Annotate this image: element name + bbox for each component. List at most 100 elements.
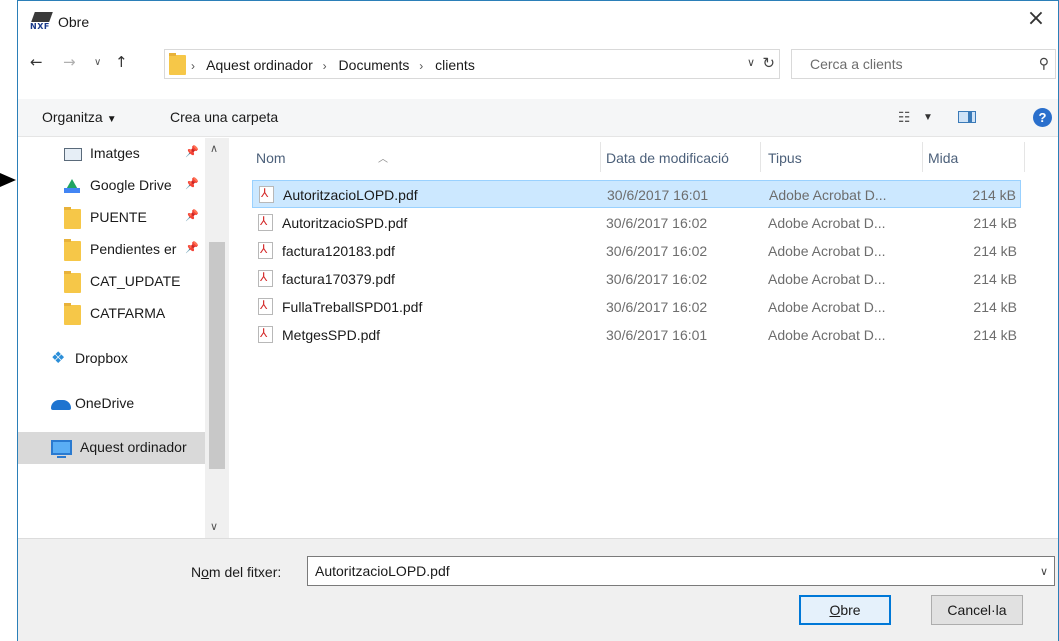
recent-locations-chevron-down-icon[interactable]: ∨ bbox=[94, 57, 101, 68]
filename-label: Nom del fitxer: bbox=[191, 564, 281, 580]
sidebar-item-label: CAT_UPDATE bbox=[90, 273, 181, 289]
pin-icon[interactable]: 📌 bbox=[185, 241, 199, 254]
sidebar-item-onedrive[interactable]: OneDrive bbox=[18, 388, 205, 420]
file-type: Adobe Acrobat D... bbox=[768, 299, 886, 315]
address-bar[interactable]: › Aquest ordinador › Documents › clients… bbox=[164, 49, 780, 79]
table-row[interactable]: AutoritzacioSPD.pdf 30/6/2017 16:02 Adob… bbox=[252, 209, 1021, 237]
organize-button[interactable]: Organitza ▼ bbox=[42, 109, 117, 125]
file-date: 30/6/2017 16:01 bbox=[606, 327, 708, 343]
up-button[interactable]: ↑ bbox=[115, 53, 128, 71]
new-folder-button[interactable]: Crea una carpeta bbox=[170, 109, 278, 125]
help-icon[interactable]: ? bbox=[1033, 108, 1052, 127]
pictures-icon bbox=[64, 148, 82, 161]
bottom-panel: Nom del fitxer: ∨ Obre Cancel·la bbox=[18, 538, 1058, 641]
caret-down-icon: ▼ bbox=[106, 114, 117, 125]
close-button[interactable]: × bbox=[1014, 1, 1058, 39]
open-button[interactable]: Obre bbox=[799, 595, 891, 625]
app-icon-text: NXF bbox=[30, 22, 50, 31]
column-divider[interactable] bbox=[600, 142, 601, 172]
breadcrumb-chevron-icon[interactable]: › bbox=[323, 59, 327, 73]
search-box: ⚲ bbox=[791, 49, 1056, 79]
table-row[interactable]: FullaTreballSPD01.pdf 30/6/2017 16:02 Ad… bbox=[252, 293, 1021, 321]
column-header-label: Mida bbox=[928, 150, 959, 166]
preview-pane-icon[interactable] bbox=[958, 111, 976, 123]
pdf-file-icon bbox=[258, 270, 273, 287]
table-row[interactable]: factura170379.pdf 30/6/2017 16:02 Adobe … bbox=[252, 265, 1021, 293]
pdf-file-icon bbox=[259, 186, 274, 203]
filename-input[interactable] bbox=[308, 557, 1028, 585]
breadcrumb-item-aquest-ordinador[interactable]: Aquest ordinador bbox=[206, 57, 313, 73]
breadcrumb: › Aquest ordinador › Documents › clients bbox=[191, 57, 481, 73]
filename-label-accesskey: o bbox=[201, 564, 209, 580]
column-header-type[interactable]: Tipus bbox=[762, 138, 922, 175]
folder-icon bbox=[64, 239, 81, 261]
nxf-app-icon: NXF bbox=[30, 12, 56, 34]
column-header-label: Data de modificació bbox=[606, 150, 729, 166]
scroll-up-chevron-icon[interactable]: ∧ bbox=[210, 142, 218, 155]
forward-button[interactable]: → bbox=[63, 53, 76, 71]
table-row[interactable]: AutoritzacioLOPD.pdf 30/6/2017 16:01 Ado… bbox=[252, 180, 1021, 208]
file-type: Adobe Acrobat D... bbox=[768, 215, 886, 231]
column-header-name[interactable]: Nom ︿ bbox=[230, 138, 602, 175]
filename-label-part: N bbox=[191, 564, 202, 580]
view-caret-down-icon[interactable]: ▼ bbox=[923, 112, 933, 123]
file-type: Adobe Acrobat D... bbox=[768, 327, 886, 343]
column-divider[interactable] bbox=[1024, 142, 1025, 172]
sidebar-item-imatges[interactable]: Imatges 📌 bbox=[18, 138, 205, 170]
sidebar-item-pendientes[interactable]: Pendientes er 📌 bbox=[18, 234, 205, 266]
scroll-down-chevron-icon[interactable]: ∨ bbox=[210, 520, 218, 533]
organize-label: Organitza bbox=[42, 109, 103, 125]
pin-icon[interactable]: 📌 bbox=[185, 177, 199, 190]
back-button[interactable]: ← bbox=[30, 53, 43, 71]
folder-icon bbox=[169, 53, 186, 75]
cancel-button[interactable]: Cancel·la bbox=[931, 595, 1023, 625]
pdf-file-icon bbox=[258, 298, 273, 315]
file-type: Adobe Acrobat D... bbox=[769, 187, 887, 203]
sidebar-item-label: Imatges bbox=[90, 145, 140, 161]
refresh-icon[interactable]: ↻ bbox=[762, 54, 775, 72]
sidebar-item-puente[interactable]: PUENTE 📌 bbox=[18, 202, 205, 234]
pointer-arrow bbox=[0, 173, 16, 187]
column-header-size[interactable]: Mida bbox=[924, 138, 1024, 175]
sidebar-item-label: OneDrive bbox=[75, 395, 135, 411]
sidebar-item-aquest-ordinador[interactable]: Aquest ordinador bbox=[18, 432, 205, 464]
pin-icon[interactable]: 📌 bbox=[185, 209, 199, 222]
search-input[interactable] bbox=[792, 50, 1022, 78]
pdf-file-icon bbox=[258, 214, 273, 231]
scrollbar-thumb[interactable] bbox=[209, 242, 225, 469]
filename-dropdown-chevron-down-icon[interactable]: ∨ bbox=[1040, 565, 1048, 578]
sidebar-item-catfarma[interactable]: CATFARMA bbox=[18, 298, 205, 330]
pdf-file-icon bbox=[258, 326, 273, 343]
address-dropdown-chevron-down-icon[interactable]: ∨ bbox=[747, 56, 755, 69]
breadcrumb-chevron-icon[interactable]: › bbox=[191, 59, 195, 73]
column-divider[interactable] bbox=[922, 142, 923, 172]
breadcrumb-chevron-icon[interactable]: › bbox=[419, 59, 423, 73]
file-size: 214 kB bbox=[972, 187, 1016, 203]
file-date: 30/6/2017 16:02 bbox=[606, 215, 708, 231]
sidebar-item-google-drive[interactable]: Google Drive 📌 bbox=[18, 170, 205, 202]
open-dialog: NXF Obre × ← → ∨ ↑ › Aquest ordinador › … bbox=[17, 0, 1059, 641]
breadcrumb-item-documents[interactable]: Documents bbox=[339, 57, 410, 73]
sidebar-item-cat-update[interactable]: CAT_UPDATE bbox=[18, 266, 205, 298]
column-header-date[interactable]: Data de modificació bbox=[602, 138, 762, 175]
nav-pane-scrollbar[interactable]: ∧ ∨ bbox=[205, 138, 229, 538]
column-divider[interactable] bbox=[760, 142, 761, 172]
file-list: Nom ︿ Data de modificació Tipus Mida Aut… bbox=[230, 138, 1058, 538]
view-options-icon[interactable]: ☷ bbox=[898, 109, 911, 126]
table-row[interactable]: MetgesSPD.pdf 30/6/2017 16:01 Adobe Acro… bbox=[252, 321, 1021, 349]
file-name: factura170379.pdf bbox=[282, 271, 395, 287]
folder-icon bbox=[64, 271, 81, 293]
file-type: Adobe Acrobat D... bbox=[768, 271, 886, 287]
sidebar-item-dropbox[interactable]: ❖ Dropbox bbox=[18, 343, 205, 375]
folder-icon bbox=[64, 303, 81, 325]
file-type: Adobe Acrobat D... bbox=[768, 243, 886, 259]
search-icon[interactable]: ⚲ bbox=[1039, 55, 1049, 72]
sidebar-item-label: Dropbox bbox=[75, 350, 128, 366]
pin-icon[interactable]: 📌 bbox=[185, 145, 199, 158]
sidebar-item-label: Google Drive bbox=[90, 177, 172, 193]
file-size: 214 kB bbox=[973, 271, 1017, 287]
filename-combobox: ∨ bbox=[307, 556, 1055, 586]
file-name: AutoritzacioSPD.pdf bbox=[282, 215, 408, 231]
table-row[interactable]: factura120183.pdf 30/6/2017 16:02 Adobe … bbox=[252, 237, 1021, 265]
breadcrumb-item-clients[interactable]: clients bbox=[435, 57, 475, 73]
